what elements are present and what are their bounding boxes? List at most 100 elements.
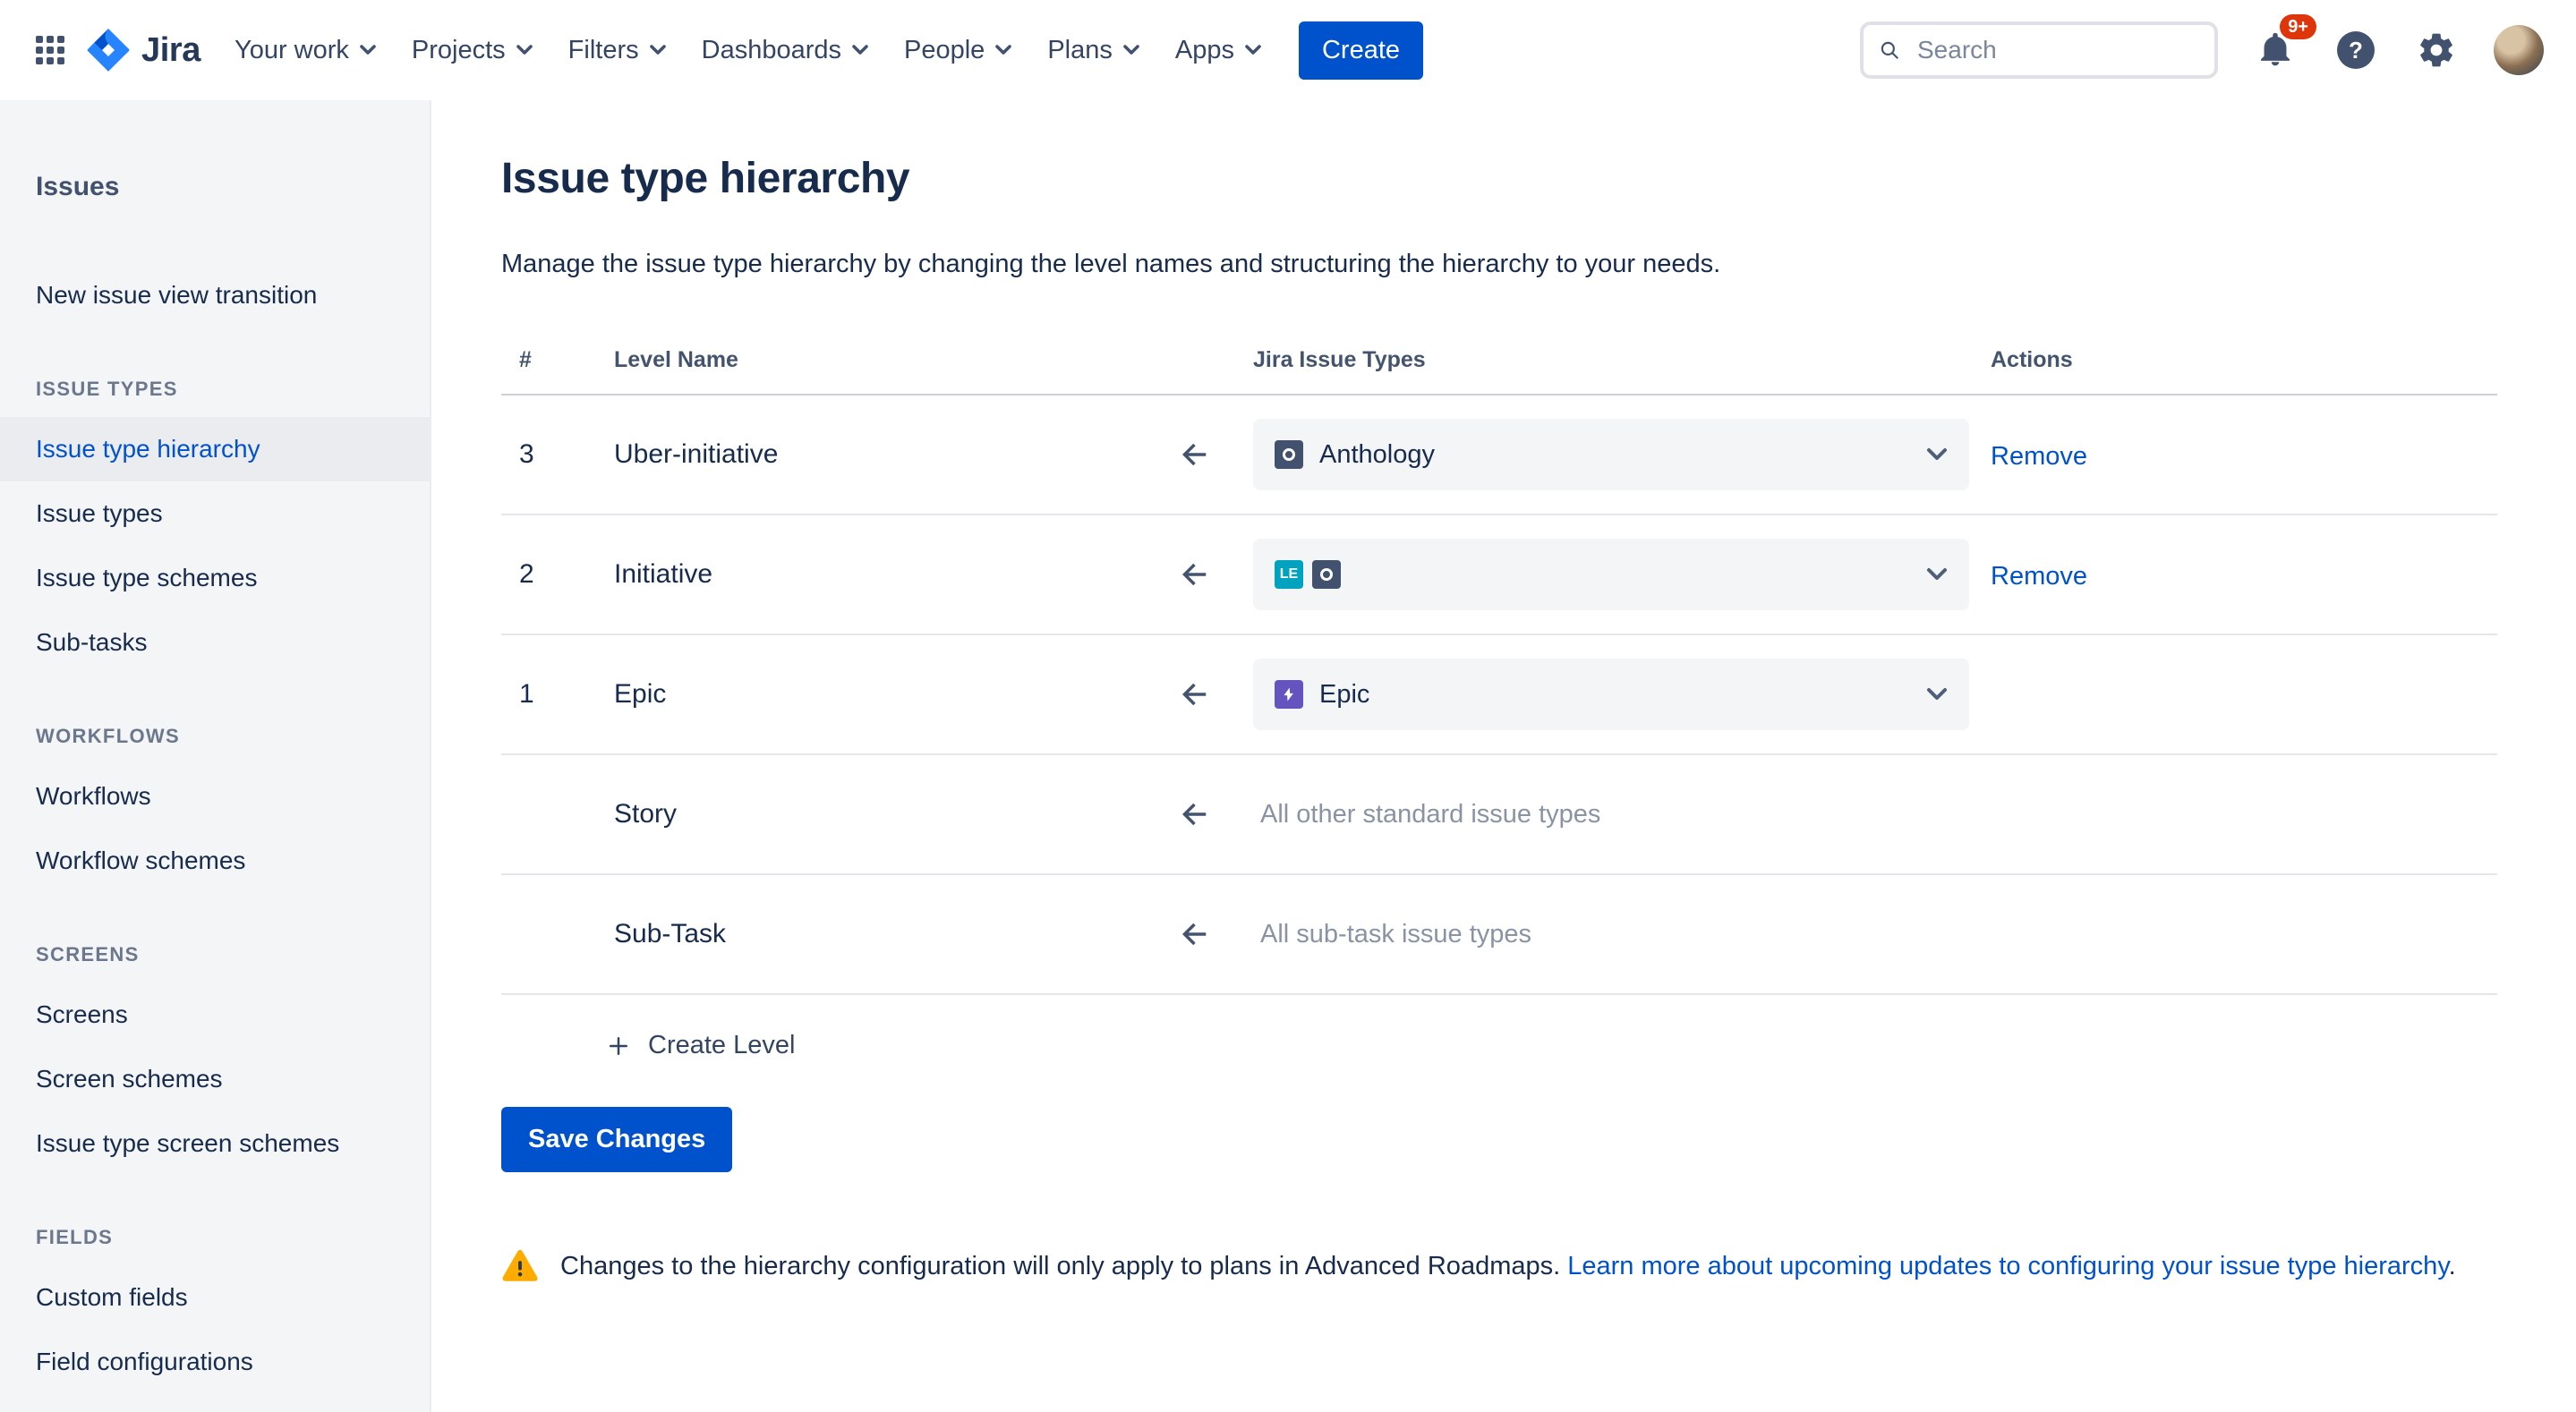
settings-sidebar: Issues New issue view transition ISSUE T… <box>0 100 431 1412</box>
sidebar-item-issue-types[interactable]: Issue types <box>0 481 430 546</box>
sidebar-sections: ISSUE TYPESIssue type hierarchyIssue typ… <box>0 327 430 1394</box>
le-issue-type-icon: LE <box>1275 560 1303 589</box>
level-name: Epic <box>614 679 1137 710</box>
actions-cell: Remove <box>1969 438 2497 472</box>
level-arrow-cell <box>1137 556 1253 593</box>
user-avatar[interactable] <box>2494 25 2544 75</box>
main-content: Issue type hierarchy Manage the issue ty… <box>431 100 2576 1412</box>
hierarchy-table: # Level Name Jira Issue Types Actions 3U… <box>501 326 2497 995</box>
issue-types-cell: Anthology <box>1253 419 1969 490</box>
nav-item-label: Dashboards <box>702 36 841 65</box>
nav-item-dashboards[interactable]: Dashboards <box>686 21 884 80</box>
learn-more-link[interactable]: Learn more about upcoming updates to con… <box>1567 1252 2448 1280</box>
level-number: 1 <box>501 679 614 710</box>
warning-triangle-icon <box>501 1247 539 1283</box>
level-name: Story <box>614 799 1137 829</box>
issue-types-cell: Epic <box>1253 659 1969 730</box>
sidebar-item-screens[interactable]: Screens <box>0 982 430 1047</box>
issue-types-cell: All other standard issue types <box>1253 800 1969 829</box>
left-arrow-icon <box>1176 556 1214 593</box>
issue-types-dropdown[interactable]: Epic <box>1253 659 1969 730</box>
nav-item-label: Apps <box>1175 36 1234 65</box>
chevron-down-icon <box>1123 45 1139 55</box>
plus-icon <box>605 1033 632 1059</box>
jira-admin-window: Jira Your work Projects Filters Dashboards P… <box>0 0 2576 1412</box>
chevron-down-icon <box>995 45 1011 55</box>
global-search[interactable] <box>1860 21 2218 79</box>
nav-item-label: Filters <box>568 36 639 65</box>
col-header-level-name: Level Name <box>614 347 1137 373</box>
jira-home-logo[interactable]: Jira <box>79 28 218 72</box>
sidebar-item-new-issue-view-transition[interactable]: New issue view transition <box>0 263 430 327</box>
sidebar-item-custom-fields[interactable]: Custom fields <box>0 1265 430 1330</box>
chevron-down-icon <box>650 45 666 55</box>
sidebar-item-screen-schemes[interactable]: Screen schemes <box>0 1047 430 1111</box>
level-arrow-cell <box>1137 915 1253 953</box>
save-changes-button[interactable]: Save Changes <box>501 1107 732 1172</box>
actions-cell: Remove <box>1969 558 2497 591</box>
col-header-actions: Actions <box>1969 347 2497 373</box>
create-level-button[interactable]: Create Level <box>605 1031 795 1060</box>
sidebar-item-field-configurations[interactable]: Field configurations <box>0 1330 430 1394</box>
col-header-number: # <box>501 347 614 373</box>
remove-level-link[interactable]: Remove <box>1991 442 2087 471</box>
sidebar-item-issue-type-screen-schemes[interactable]: Issue type screen schemes <box>0 1111 430 1176</box>
anthology-issue-type-icon <box>1275 440 1303 469</box>
chevron-down-icon <box>1926 567 1948 582</box>
warning-banner: Changes to the hierarchy configuration w… <box>501 1247 2497 1285</box>
nav-item-label: Projects <box>412 36 506 65</box>
sidebar-item-workflows[interactable]: Workflows <box>0 764 430 829</box>
level-arrow-cell <box>1137 676 1253 713</box>
issue-types-value: Epic <box>1319 680 1369 710</box>
chevron-down-icon <box>516 45 533 55</box>
create-level-label: Create Level <box>648 1031 795 1060</box>
create-button[interactable]: Create <box>1299 21 1423 80</box>
hierarchy-row-story: Story All other standard issue types <box>501 755 2497 875</box>
chevron-down-icon <box>1245 45 1261 55</box>
gear-icon <box>2417 30 2456 70</box>
sidebar-item-sub-tasks[interactable]: Sub-tasks <box>0 610 430 675</box>
notifications-button[interactable]: 9+ <box>2252 27 2299 73</box>
remove-level-link[interactable]: Remove <box>1991 562 2087 591</box>
sidebar-item-issue-type-hierarchy[interactable]: Issue type hierarchy <box>0 417 430 481</box>
sidebar-item-workflow-schemes[interactable]: Workflow schemes <box>0 829 430 893</box>
nav-item-filters[interactable]: Filters <box>552 21 682 80</box>
chevron-down-icon <box>1926 447 1948 462</box>
hierarchy-row-epic: 1EpicEpic <box>501 635 2497 755</box>
nav-item-label: People <box>904 36 985 65</box>
help-icon: ? <box>2337 31 2375 69</box>
issue-types-placeholder: All other standard issue types <box>1253 800 1969 829</box>
epic-issue-type-icon <box>1275 680 1303 709</box>
nav-item-people[interactable]: People <box>888 21 1028 80</box>
nav-item-apps[interactable]: Apps <box>1159 21 1277 80</box>
search-input[interactable] <box>1914 34 2200 66</box>
nav-item-projects[interactable]: Projects <box>396 21 549 80</box>
table-header: # Level Name Jira Issue Types Actions <box>501 326 2497 396</box>
nav-item-plans[interactable]: Plans <box>1031 21 1156 80</box>
hierarchy-row-sub-task: Sub-TaskAll sub-task issue types <box>501 875 2497 995</box>
sidebar-title: Issues <box>0 172 430 202</box>
issue-types-dropdown[interactable]: Anthology <box>1253 419 1969 490</box>
grid-dots-icon <box>36 36 64 64</box>
level-number: 2 <box>501 559 614 590</box>
page-description: Manage the issue type hierarchy by chang… <box>501 250 2497 279</box>
topbar-right-cluster: 9+ ? <box>1860 21 2544 79</box>
col-header-jira-issue-types: Jira Issue Types <box>1253 347 1969 373</box>
top-navigation-bar: Jira Your work Projects Filters Dashboards P… <box>0 0 2576 100</box>
level-name: Uber-initiative <box>614 439 1137 470</box>
help-button[interactable]: ? <box>2333 27 2379 73</box>
settings-button[interactable] <box>2413 27 2460 73</box>
issue-types-placeholder: All sub-task issue types <box>1253 920 1969 949</box>
hierarchy-table-body: 3Uber-initiativeAnthologyRemove2Initiati… <box>501 396 2497 995</box>
left-arrow-icon <box>1176 436 1214 473</box>
nav-item-your-work[interactable]: Your work <box>218 21 392 80</box>
left-arrow-icon <box>1176 676 1214 713</box>
sidebar-item-issue-type-schemes[interactable]: Issue type schemes <box>0 546 430 610</box>
chevron-down-icon <box>1926 687 1948 702</box>
level-arrow-cell <box>1137 436 1253 473</box>
issue-types-dropdown[interactable]: LE <box>1253 539 1969 610</box>
chevron-down-icon <box>852 45 868 55</box>
page-body: Issues New issue view transition ISSUE T… <box>0 100 2576 1412</box>
left-arrow-icon <box>1176 915 1214 953</box>
app-switcher-button[interactable] <box>21 21 79 79</box>
